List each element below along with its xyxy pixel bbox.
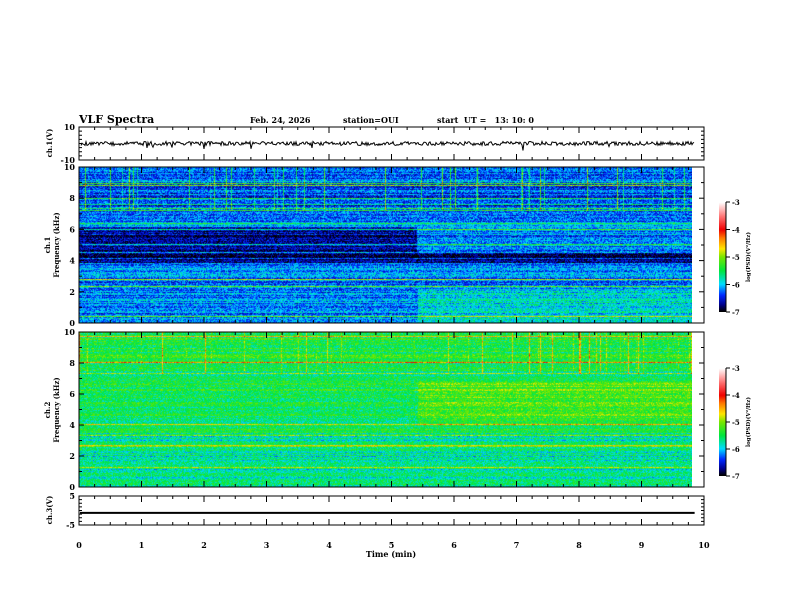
station-label: station=OUI [343, 115, 399, 125]
colorbar-ch1-label: log(PSD)(V²/Hz) [745, 232, 752, 282]
y-tick-label: 10 [64, 122, 76, 132]
start-time-label: start UT = 13: 10: 0 [437, 115, 534, 125]
y-tick-label: 8 [69, 193, 75, 203]
plot-frame: VLF Spectra Feb. 24, 2026 station=OUI st… [0, 0, 792, 612]
panel-frame-1 [79, 167, 704, 323]
y-tick-label: 2 [69, 287, 75, 297]
y-tick-label: 2 [69, 451, 75, 461]
y-tick-label: 5 [69, 491, 75, 501]
colorbar-tick-label: -7 [732, 308, 740, 317]
x-tick-label: 2 [201, 540, 207, 550]
ch2-freq-label-line1: ch.2 [43, 402, 52, 419]
x-tick-label: 7 [514, 540, 520, 550]
y-tick-label: 4 [69, 420, 75, 430]
y-tick-label: 4 [69, 256, 75, 266]
colorbar-tick-label: -6 [732, 445, 740, 454]
y-tick-label: 8 [69, 358, 75, 368]
x-tick-label: 8 [576, 540, 582, 550]
y-tick-label: 6 [69, 224, 75, 234]
x-tick-label: 1 [139, 540, 145, 550]
x-tick-label: 10 [698, 540, 710, 550]
ch1-freq-label-line2: Frequency (kHz) [52, 212, 61, 277]
colorbar-tick-label: -5 [732, 418, 740, 427]
ch1-voltage-label: ch.1(V) [45, 129, 54, 158]
x-tick-label: 4 [326, 540, 332, 550]
y-tick-label: -5 [66, 520, 75, 530]
x-axis-label: Time (min) [366, 549, 416, 559]
colorbar-tick-label: -4 [732, 391, 740, 400]
colorbar-ch2-label: log(PSD)(V²/Hz) [745, 397, 752, 447]
x-tick-label: 3 [264, 540, 270, 550]
ch1-trace [81, 142, 694, 151]
date-label: Feb. 24, 2026 [250, 115, 311, 125]
y-tick-label: 6 [69, 389, 75, 399]
colorbar-tick-label: -3 [732, 364, 740, 373]
x-tick-label: 9 [639, 540, 645, 550]
x-tick-label: 6 [451, 540, 457, 550]
y-tick-label: 10 [64, 162, 76, 172]
x-tick-label: 0 [76, 540, 82, 550]
colorbar-tick-label: -7 [732, 472, 740, 481]
panel-frame-2 [79, 332, 704, 487]
colorbar-tick-label: -3 [732, 198, 740, 207]
ch3-voltage-label: ch.3(V) [45, 496, 54, 525]
colorbar-tick-label: -6 [732, 281, 740, 290]
ch2-freq-label-line2: Frequency (kHz) [52, 377, 61, 442]
ch1-freq-label-line1: ch.1 [43, 237, 52, 254]
colorbar-tick-label: -5 [732, 253, 740, 262]
plot-title: VLF Spectra [78, 113, 154, 126]
y-tick-label: 10 [64, 327, 76, 337]
colorbar-tick-label: -4 [732, 226, 740, 235]
